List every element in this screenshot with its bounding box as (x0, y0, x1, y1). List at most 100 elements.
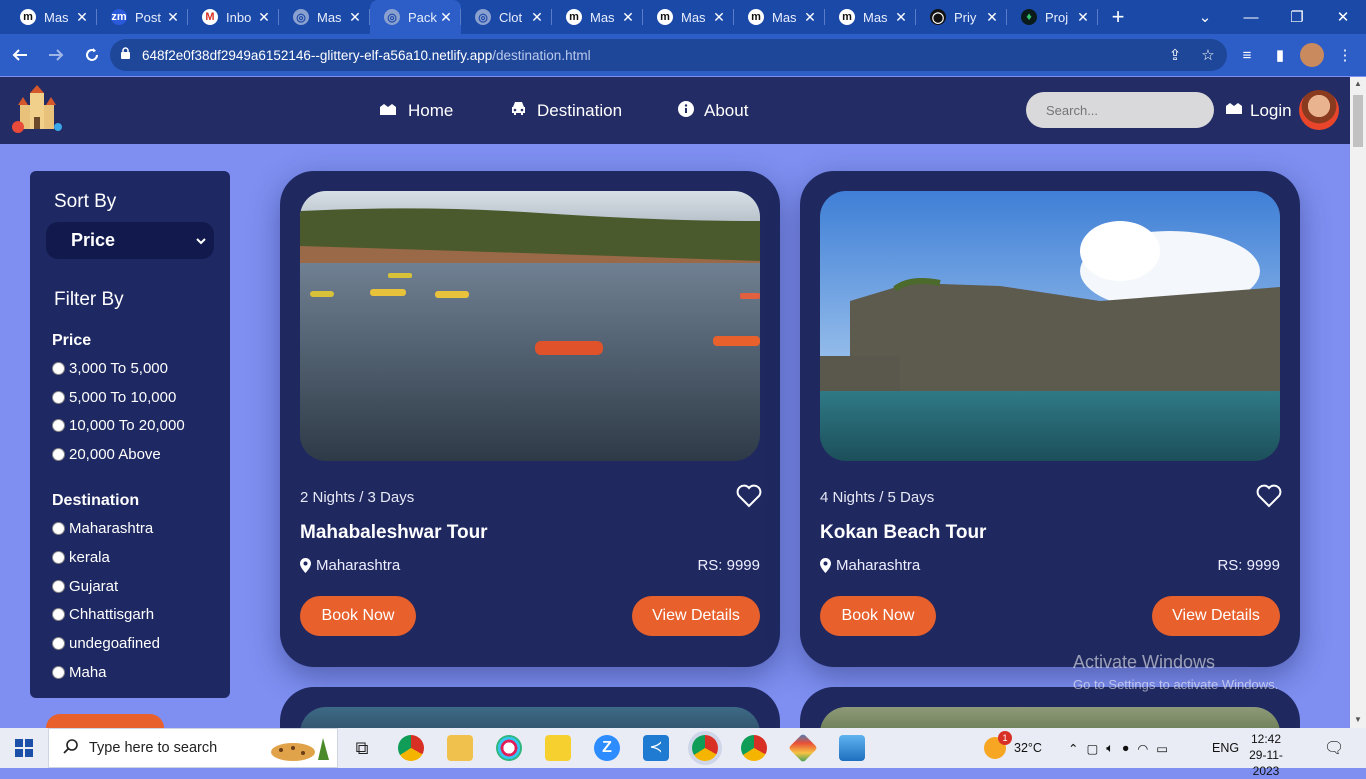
sort-select[interactable]: Price (46, 222, 214, 259)
file-explorer-icon[interactable] (447, 735, 473, 761)
radio-button[interactable] (52, 522, 65, 535)
destination-option[interactable]: Gujarat (52, 578, 118, 595)
browser-tab[interactable]: zm Post ✕ (97, 0, 188, 34)
book-now-button[interactable]: Book Now (820, 596, 936, 636)
close-tab-icon[interactable]: ✕ (892, 9, 910, 26)
browser-tab[interactable]: m Mas ✕ (643, 0, 734, 34)
reading-list-icon[interactable]: ≡ (1235, 43, 1259, 67)
nav-about[interactable]: About (678, 77, 748, 144)
sea-fort-image (820, 191, 1280, 461)
profile-avatar-icon[interactable] (1300, 43, 1324, 67)
language-indicator[interactable]: ENG (1212, 728, 1239, 768)
destination-option[interactable]: Chhattisgarh (52, 606, 154, 623)
nav-home[interactable]: Home (378, 77, 453, 144)
view-details-button[interactable]: View Details (1152, 596, 1280, 636)
destination-option[interactable]: Maha (52, 664, 107, 681)
close-tab-icon[interactable]: ✕ (255, 9, 273, 26)
wifi-icon[interactable]: ◠ (1137, 741, 1148, 756)
browser-tab[interactable]: ◎ Mas ✕ (279, 0, 370, 34)
new-tab-button[interactable]: + (1098, 0, 1138, 34)
reload-button[interactable] (76, 39, 108, 71)
chrome-profile-icon[interactable] (692, 735, 718, 761)
notifications-icon[interactable]: 🗨︎ (1324, 728, 1344, 768)
back-button[interactable] (4, 39, 36, 71)
taskbar-clock[interactable]: 12:42 29-11-2023 (1238, 731, 1294, 779)
menu-kebab-icon[interactable]: ⋮ (1333, 43, 1357, 67)
microphone-icon[interactable]: ● (1122, 741, 1130, 755)
price-option[interactable]: 5,000 To 10,000 (52, 389, 176, 406)
radio-button[interactable] (52, 448, 65, 462)
price-option[interactable]: 3,000 To 5,000 (52, 360, 168, 377)
login-link[interactable]: Login (1224, 77, 1292, 144)
scrollbar-thumb[interactable] (1353, 95, 1363, 147)
start-button[interactable] (0, 728, 48, 768)
sticky-notes-icon[interactable] (545, 735, 571, 761)
minimize-button[interactable]: — (1228, 0, 1274, 34)
nav-destination[interactable]: Destination (510, 77, 622, 144)
close-window-button[interactable]: ✕ (1320, 0, 1366, 34)
forward-button[interactable] (40, 39, 72, 71)
task-view-icon[interactable]: ⧉ (349, 735, 375, 761)
address-bar[interactable]: 648f2e0f38df2949a6152146--glittery-elf-a… (110, 39, 1227, 71)
chrome-profile2-icon[interactable] (741, 735, 767, 761)
browser-tab[interactable]: M Inbo ✕ (188, 0, 279, 34)
price-option[interactable]: 20,000 Above (52, 446, 161, 463)
meet-now-icon[interactable]: ▢ (1086, 741, 1098, 756)
chevron-up-icon[interactable]: ⌃ (1068, 741, 1078, 756)
search-input[interactable] (1026, 92, 1214, 128)
scroll-up-icon[interactable]: ▲ (1350, 77, 1366, 91)
side-panel-icon[interactable]: ▮ (1268, 43, 1292, 67)
close-tab-icon[interactable]: ✕ (346, 9, 364, 26)
destination-option[interactable]: Maharashtra (52, 520, 153, 537)
browser-tab[interactable]: m Mas ✕ (552, 0, 643, 34)
browser-tab[interactable]: ◯ Priy ✕ (916, 0, 1007, 34)
browser-tab[interactable]: ◎ Pack ✕ (370, 0, 461, 34)
radio-button[interactable] (52, 419, 65, 433)
user-avatar[interactable] (1299, 90, 1339, 130)
radio-button[interactable] (52, 579, 65, 593)
price-option[interactable]: 10,000 To 20,000 (52, 417, 185, 434)
chrome-taskbar-icon[interactable] (398, 735, 424, 761)
tab-search-icon[interactable]: ⌄ (1182, 0, 1228, 34)
browser-tab[interactable]: m Mas ✕ (6, 0, 97, 34)
radio-button[interactable] (52, 637, 65, 651)
share-icon[interactable]: ⇪ (1162, 39, 1188, 71)
weather-widget[interactable]: 1 32°C (984, 728, 1042, 768)
close-tab-icon[interactable]: ✕ (619, 9, 637, 26)
browser-tab[interactable]: ◎ Clot ✕ (461, 0, 552, 34)
close-tab-icon[interactable]: ✕ (983, 9, 1001, 26)
view-details-button[interactable]: View Details (632, 596, 760, 636)
zoom-icon[interactable]: Z (594, 735, 620, 761)
slack-icon[interactable] (496, 735, 522, 761)
vscode-icon[interactable]: ≺ (643, 735, 669, 761)
radio-button[interactable] (52, 608, 65, 622)
bookmark-star-icon[interactable]: ☆ (1195, 39, 1221, 71)
radio-button[interactable] (52, 390, 65, 404)
battery-icon[interactable]: ▭ (1156, 741, 1168, 756)
taskbar-search[interactable]: Type here to search (48, 728, 338, 768)
castle-logo-icon[interactable] (10, 85, 62, 135)
browser-tab[interactable]: m Mas ✕ (734, 0, 825, 34)
radio-button[interactable] (52, 362, 65, 375)
close-tab-icon[interactable]: ✕ (1074, 9, 1092, 26)
close-tab-icon[interactable]: ✕ (437, 9, 455, 26)
destination-option[interactable]: undegoafined (52, 635, 160, 652)
browser-tab[interactable]: ♦ Proj ✕ (1007, 0, 1098, 34)
close-tab-icon[interactable]: ✕ (801, 9, 819, 26)
heart-icon[interactable] (1256, 484, 1282, 508)
browser-tab[interactable]: m Mas ✕ (825, 0, 916, 34)
speaker-icon[interactable]: 🔈︎ (1106, 741, 1114, 756)
radio-button[interactable] (52, 550, 65, 564)
book-now-button[interactable]: Book Now (300, 596, 416, 636)
page-scrollbar[interactable]: ▲ ▼ (1350, 77, 1366, 728)
destination-option[interactable]: kerala (52, 549, 110, 566)
photos-icon[interactable] (839, 735, 865, 761)
radio-button[interactable] (52, 666, 65, 679)
close-tab-icon[interactable]: ✕ (528, 9, 546, 26)
close-tab-icon[interactable]: ✕ (710, 9, 728, 26)
maximize-button[interactable]: ❐ (1274, 0, 1320, 34)
close-tab-icon[interactable]: ✕ (164, 9, 182, 26)
scroll-down-icon[interactable]: ▼ (1350, 713, 1366, 727)
close-tab-icon[interactable]: ✕ (73, 9, 91, 26)
heart-icon[interactable] (736, 484, 762, 508)
